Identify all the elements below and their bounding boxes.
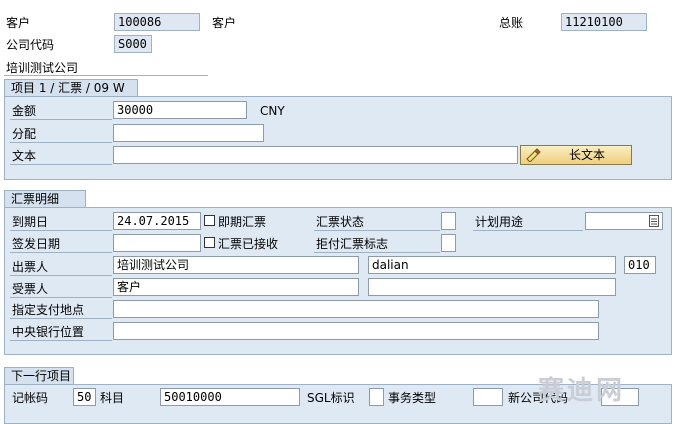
assignment-label-underline xyxy=(10,142,112,143)
bill-status-underline xyxy=(314,230,440,231)
company-name-underline xyxy=(4,75,208,76)
account-field[interactable]: 50010000 xyxy=(160,388,300,406)
due-date-label-underline xyxy=(10,230,112,231)
refused-flag-label: 拒付汇票标志 xyxy=(316,237,389,251)
payee-name-field[interactable]: 客户 xyxy=(113,278,359,296)
drawer-label-underline xyxy=(10,275,112,276)
amount-field[interactable]: 30000 xyxy=(113,101,247,119)
sgl-indicator-field[interactable] xyxy=(369,388,384,406)
item-section-tab: 项目 1 / 汇票 / 09 W xyxy=(4,79,138,97)
pencil-icon xyxy=(526,148,542,167)
bill-received-checkbox[interactable] xyxy=(204,237,215,248)
text-label-underline xyxy=(10,164,112,165)
text-label: 文本 xyxy=(12,149,37,163)
transaction-type-label: 事务类型 xyxy=(388,391,437,405)
bill-received-label: 汇票已接收 xyxy=(218,237,279,251)
drawer-code-field[interactable]: 010 xyxy=(624,256,656,274)
bill-section-tab: 汇票明细 xyxy=(4,190,86,208)
long-text-button[interactable]: 长文本 xyxy=(520,145,632,165)
central-bank-label-underline xyxy=(10,340,112,341)
drawer-city-field[interactable]: dalian xyxy=(368,256,616,274)
bill-status-label: 汇票状态 xyxy=(316,215,365,229)
plan-usage-underline xyxy=(473,230,583,231)
transaction-type-field[interactable] xyxy=(473,388,503,406)
amount-label-underline xyxy=(10,119,112,120)
instant-bill-checkbox[interactable] xyxy=(204,215,215,226)
drawer-name-field[interactable]: 培训测试公司 xyxy=(113,256,359,274)
posting-key-field[interactable]: 50 xyxy=(73,388,96,406)
refused-flag-field[interactable] xyxy=(441,234,456,252)
refused-flag-underline xyxy=(314,252,440,253)
assignment-label: 分配 xyxy=(12,127,37,141)
gl-account-field[interactable]: 11210100 xyxy=(561,13,647,31)
gl-account-label: 总账 xyxy=(499,16,524,30)
drawer-label: 出票人 xyxy=(12,260,49,274)
sgl-indicator-label: SGL标识 xyxy=(307,391,355,405)
instant-bill-label: 即期汇票 xyxy=(218,215,267,229)
text-field[interactable] xyxy=(113,146,518,164)
issue-date-label-underline xyxy=(10,252,112,253)
customer-field[interactable]: 100086 xyxy=(114,13,200,31)
company-code-label: 公司代码 xyxy=(6,38,55,52)
customer-name-text: 客户 xyxy=(212,16,237,30)
issue-date-field[interactable] xyxy=(113,234,201,252)
payment-place-label-underline xyxy=(10,318,112,319)
watermark-text: 赛迪网 xyxy=(538,376,626,406)
bill-status-field[interactable] xyxy=(441,212,456,230)
central-bank-field[interactable] xyxy=(113,322,599,340)
assignment-field[interactable] xyxy=(113,124,264,142)
issue-date-label: 签发日期 xyxy=(12,237,61,251)
central-bank-label: 中央银行位置 xyxy=(12,325,85,339)
posting-key-label: 记帐码 xyxy=(12,391,49,405)
f4-help-icon[interactable] xyxy=(649,215,659,229)
payee-label-underline xyxy=(10,297,112,298)
customer-label: 客户 xyxy=(6,16,31,30)
long-text-button-label: 长文本 xyxy=(569,148,606,162)
payment-place-label: 指定支付地点 xyxy=(12,303,85,317)
amount-label: 金额 xyxy=(12,104,37,118)
company-name-text: 培训测试公司 xyxy=(6,61,79,75)
due-date-field[interactable]: 24.07.2015 xyxy=(113,212,201,230)
due-date-label: 到期日 xyxy=(12,215,49,229)
plan-usage-field[interactable] xyxy=(585,212,663,230)
company-code-field[interactable]: S000 xyxy=(114,35,152,53)
payment-place-field[interactable] xyxy=(113,300,599,318)
account-label: 科目 xyxy=(100,391,125,405)
payee-label: 受票人 xyxy=(12,282,49,296)
item-section-panel xyxy=(4,96,672,180)
payee-city-field[interactable] xyxy=(368,278,616,296)
currency-text: CNY xyxy=(260,104,285,118)
plan-usage-label: 计划用途 xyxy=(475,215,524,229)
next-item-section-tab: 下一行项目 xyxy=(4,367,74,385)
